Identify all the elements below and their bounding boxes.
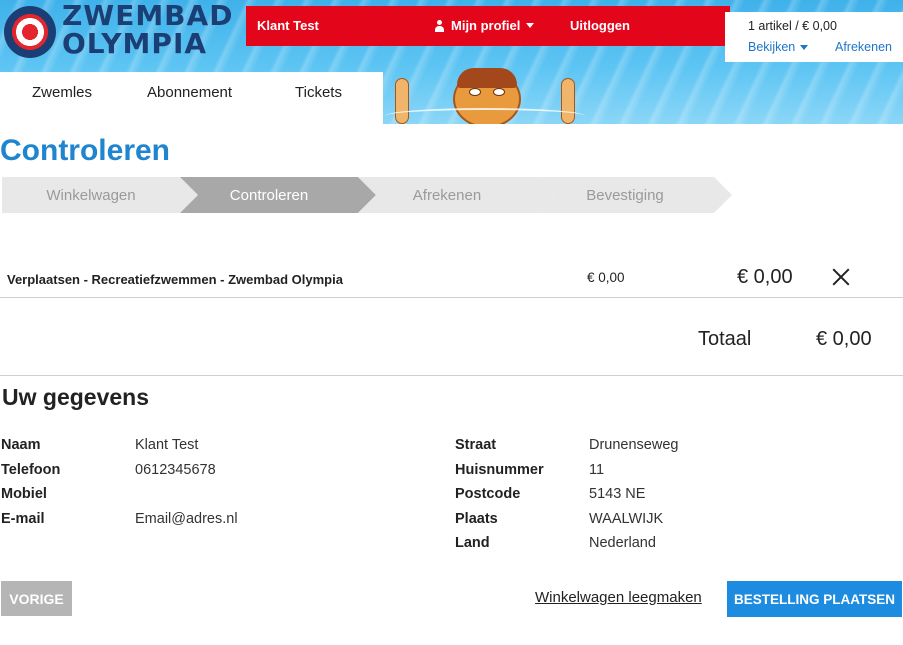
site-header: ZWEMBAD OLYMPIA Klant Test Mijn profiel … [0, 0, 903, 124]
profile-menu-label: Mijn profiel [451, 18, 521, 33]
mascot-illustration [385, 60, 585, 124]
step-controleren: Controleren [180, 177, 376, 213]
detail-label: Postcode [455, 486, 521, 502]
detail-row-land: Land Nederland [455, 531, 875, 556]
nav-item-abonnement[interactable]: Abonnement [147, 84, 232, 101]
site-logo[interactable]: ZWEMBAD OLYMPIA [0, 0, 246, 72]
detail-value: WAALWIJK [589, 510, 664, 527]
person-icon [434, 19, 445, 32]
detail-label: Telefoon [1, 461, 61, 478]
checkout-steps: Winkelwagen Controleren Afrekenen Bevest… [2, 177, 732, 213]
detail-value: Email@adres.nl [135, 510, 238, 527]
mascot-hair [457, 68, 517, 88]
detail-value: 0612345678 [135, 461, 216, 478]
logo-target-icon [4, 6, 56, 58]
customer-details-right: Straat Drunenseweg Huisnummer 11 Postcod… [455, 433, 875, 556]
detail-value: Drunenseweg [589, 437, 679, 453]
account-bar: Klant Test Mijn profiel Uitloggen [246, 6, 730, 46]
detail-label: Huisnummer [455, 461, 544, 478]
detail-value: Klant Test [135, 437, 199, 453]
mini-cart-summary: 1 artikel / € 0,00 [748, 19, 837, 33]
detail-label: Naam [1, 437, 41, 453]
detail-row-naam: Naam Klant Test [1, 433, 421, 458]
place-order-button[interactable]: BESTELLING PLAATSEN [727, 581, 902, 617]
customer-details-left: Naam Klant Test Telefoon 0612345678 Mobi… [1, 433, 421, 531]
mini-cart-checkout-link[interactable]: Afrekenen [835, 40, 892, 54]
chevron-down-icon [800, 44, 809, 50]
detail-label: Straat [455, 437, 497, 453]
mascot-eye-right [493, 88, 505, 96]
customer-details-title: Uw gegevens [2, 384, 149, 410]
detail-value: 11 [589, 461, 605, 478]
detail-label: Land [455, 535, 490, 551]
total-value: € 0,00 [816, 328, 872, 350]
detail-value: Nederland [589, 535, 656, 551]
logout-link[interactable]: Uitloggen [570, 18, 630, 33]
remove-item-close-icon[interactable] [830, 266, 852, 288]
detail-row-postcode: Postcode 5143 NE [455, 482, 875, 507]
step-winkelwagen[interactable]: Winkelwagen [2, 177, 198, 213]
detail-label: Mobiel [1, 486, 47, 502]
detail-label: E-mail [1, 510, 45, 527]
total-label: Totaal [698, 328, 752, 350]
cart-total-row: Totaal € 0,00 [0, 298, 903, 376]
mini-cart: 1 artikel / € 0,00 Bekijken Afrekenen [725, 12, 903, 62]
logo-text-line1: ZWEMBAD [62, 0, 234, 32]
detail-label: Plaats [455, 510, 498, 527]
page-title: Controleren [0, 134, 171, 167]
mascot-water [385, 108, 585, 124]
detail-value: 5143 NE [589, 486, 646, 502]
cart-line-item: Verplaatsen - Recreatiefzwemmen - Zwemba… [0, 258, 903, 298]
empty-cart-link[interactable]: Winkelwagen leegmaken [535, 589, 702, 606]
logo-text-line2: OLYMPIA [62, 27, 208, 60]
nav-item-tickets[interactable]: Tickets [295, 84, 342, 101]
detail-row-email: E-mail Email@adres.nl [1, 507, 421, 532]
profile-menu-button[interactable]: Mijn profiel [434, 18, 535, 33]
mini-cart-view-button[interactable]: Bekijken [748, 40, 809, 54]
detail-row-huisnummer: Huisnummer 11 [455, 458, 875, 483]
account-user-name[interactable]: Klant Test [257, 18, 319, 33]
mini-cart-view-label: Bekijken [748, 40, 796, 54]
detail-row-mobiel: Mobiel [1, 482, 421, 507]
step-afrekenen: Afrekenen [358, 177, 554, 213]
detail-row-straat: Straat Drunenseweg [455, 433, 875, 458]
main-navigation: Zwemles Abonnement Tickets [0, 72, 383, 124]
line-item-name: Verplaatsen - Recreatiefzwemmen - Zwemba… [7, 272, 343, 287]
previous-button[interactable]: VORIGE [1, 581, 72, 616]
nav-item-zwemles[interactable]: Zwemles [32, 84, 92, 101]
mascot-eye-left [469, 88, 481, 96]
step-bevestiging: Bevestiging [536, 177, 732, 213]
line-item-unit-price: € 0,00 [587, 270, 625, 285]
line-item-total: € 0,00 [737, 266, 793, 288]
detail-row-plaats: Plaats WAALWIJK [455, 507, 875, 532]
chevron-down-icon [526, 23, 535, 28]
detail-row-telefoon: Telefoon 0612345678 [1, 458, 421, 483]
